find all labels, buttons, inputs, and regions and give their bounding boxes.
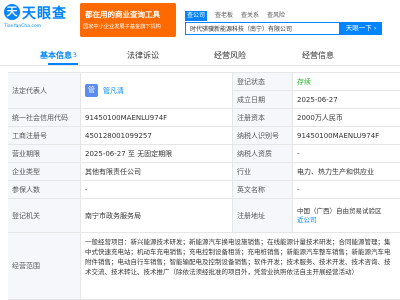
- reg-status-value: 存续: [292, 73, 400, 90]
- insured-value: -: [80, 181, 232, 198]
- reg-status-label: 登记状态: [232, 73, 292, 90]
- tab-legal-label: 法律诉讼: [127, 51, 159, 60]
- scope-value: 一般经营项目：新兴能源技术研发；新能源汽车换电设施销售；在线能源计量技术研发；合…: [80, 233, 400, 299]
- tab-basic-info-label: 基本信息: [40, 51, 72, 60]
- search-tab-relation[interactable]: 查关系: [239, 11, 261, 21]
- search-button[interactable]: 天眼一下 ›: [340, 22, 382, 35]
- banner-headline: 都在用的商业查询工具: [85, 10, 160, 19]
- scope-label: 经营范围: [8, 233, 80, 299]
- tab-operation-label: 经营信息: [302, 51, 334, 60]
- taxpayer-id-label: 纳税人识别号: [232, 127, 292, 144]
- table-row: 工商注册号 450128001099257 纳税人识别号 91450100MAE…: [8, 126, 400, 144]
- logo-subtitle: TianYanCha.com: [4, 24, 42, 29]
- table-row: 统一社会信用代码 91450100MAENLU974F 注册资本 2000万人民…: [8, 108, 400, 126]
- legal-rep-name[interactable]: 管凡清: [103, 86, 124, 96]
- tab-operation[interactable]: 经营信息: [302, 46, 334, 66]
- address-cell: 中国（广西）自由贸易试验区 近公司: [292, 199, 400, 232]
- logo[interactable]: 天 天眼查 TianYanCha.com: [4, 4, 80, 34]
- credit-code-label: 统一社会信用代码: [8, 109, 80, 126]
- search-input-value: 时代骐骥新能源科技（南宁）有限公司: [190, 26, 293, 33]
- table-row: 经营范围 一般经营项目：新兴能源技术研发；新能源汽车换电设施销售；在线能源计量技…: [8, 232, 400, 300]
- header: 天 天眼查 TianYanCha.com 都在用的商业查询工具 国家中小企业发展…: [0, 0, 400, 40]
- reg-capital-value: 2000万人民币: [292, 109, 400, 126]
- tab-risk[interactable]: 经营风险: [214, 46, 246, 66]
- tab-risk-label: 经营风险: [214, 51, 246, 60]
- address-label: 注册地址: [232, 199, 292, 232]
- avatar: 管: [85, 84, 98, 97]
- biz-reg-label: 工商注册号: [8, 127, 80, 144]
- credit-code-value: 91450100MAENLU974F: [80, 109, 232, 126]
- legal-rep-label: 法定代表人: [8, 73, 80, 108]
- search-input[interactable]: 时代骐骥新能源科技（南宁）有限公司: [185, 22, 340, 35]
- logo-badge: 天: [4, 4, 20, 20]
- chevron-right-icon: ›: [373, 24, 377, 32]
- insured-label: 参保人数: [8, 181, 80, 198]
- active-tab-indicator: [48, 63, 78, 65]
- authority-label: 登记机关: [8, 199, 80, 232]
- table-row: 登记机关 南宁市政务服务局 注册地址 中国（广西）自由贸易试验区 近公司: [8, 198, 400, 232]
- reg-capital-label: 注册资本: [232, 109, 292, 126]
- address-value: 中国（广西）自由贸易试验区: [297, 206, 382, 215]
- industry-value: 电力、热力生产和供应业: [292, 163, 400, 180]
- term-value: 2025-06-27 至 无固定期限: [80, 145, 232, 162]
- taxpayer-qual-label: 纳税人资质: [232, 145, 292, 162]
- table-row: 成立日期 2025-06-27: [232, 90, 400, 108]
- table-row: 营业期限 2025-06-27 至 无固定期限 纳税人资质 -: [8, 144, 400, 162]
- search-tab-risk[interactable]: 查风险: [265, 11, 287, 21]
- search-button-label: 天眼一下: [345, 24, 372, 32]
- nearby-companies-link[interactable]: 近公司: [297, 216, 317, 225]
- tab-basic-info-count: 3: [73, 52, 77, 59]
- table-row: 企业类型 其他有限责任公司 行业 电力、热力生产和供应业: [8, 162, 400, 180]
- table-row: 登记状态 存续: [232, 72, 400, 90]
- est-date-value: 2025-06-27: [292, 91, 400, 108]
- search-tab-boss[interactable]: 查老板: [213, 11, 235, 21]
- english-value: -: [292, 181, 400, 198]
- taxpayer-id-value: 91450100MAENLU974F: [292, 127, 400, 144]
- term-label: 营业期限: [8, 145, 80, 162]
- type-value: 其他有限责任公司: [80, 163, 232, 180]
- taxpayer-qual-value: -: [292, 145, 400, 162]
- est-date-label: 成立日期: [232, 91, 292, 108]
- search-tab-company[interactable]: 查公司: [185, 11, 208, 21]
- english-label: 英文名称: [232, 181, 292, 198]
- industry-label: 行业: [232, 163, 292, 180]
- table-row: 参保人数 - 英文名称 -: [8, 180, 400, 198]
- biz-reg-value: 450128001099257: [80, 127, 232, 144]
- legal-rep-cell: 管 管凡清: [80, 73, 232, 108]
- authority-value: 南宁市政务服务局: [80, 199, 232, 232]
- logo-text: 天眼查: [22, 6, 67, 22]
- type-label: 企业类型: [8, 163, 80, 180]
- banner-subline: 国家中小企业发展子基金旗下机构: [83, 24, 161, 30]
- tab-legal[interactable]: 法律诉讼: [127, 46, 159, 66]
- promo-banner[interactable]: 都在用的商业查询工具 国家中小企业发展子基金旗下机构: [80, 3, 176, 37]
